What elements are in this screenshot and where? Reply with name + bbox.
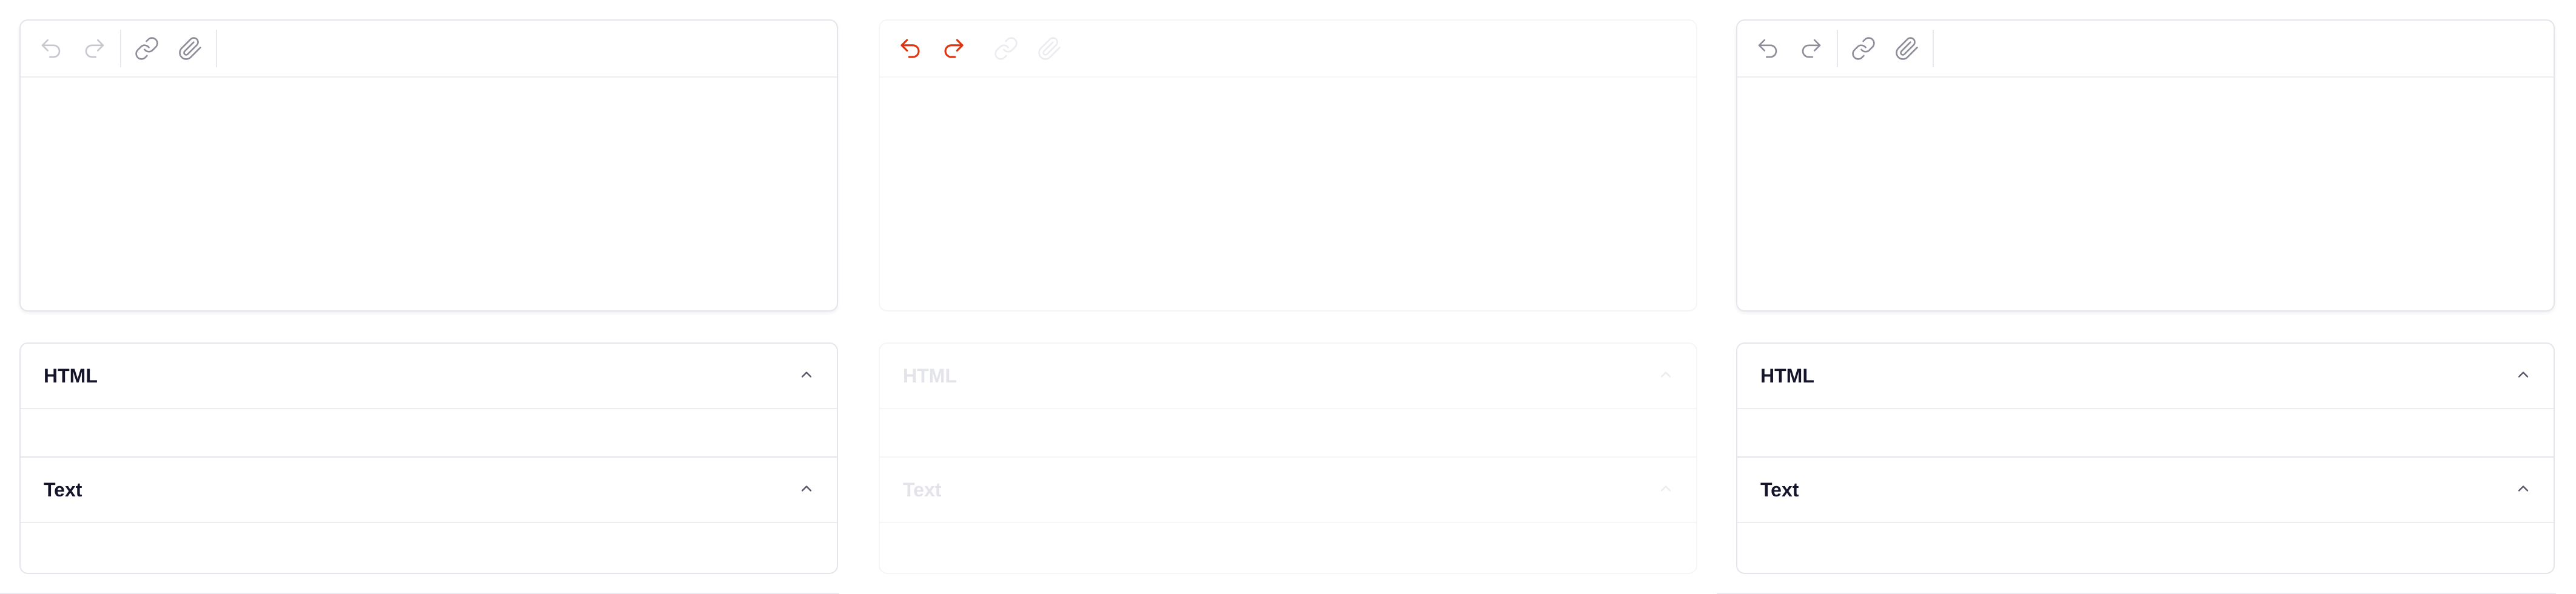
text-section-header[interactable]: Text [1737,458,2554,523]
link-button[interactable] [1846,32,1880,65]
editor-content-area[interactable] [1737,78,2554,310]
link-icon [1852,37,1875,60]
redo-icon [85,39,104,58]
link-icon [995,37,1018,60]
text-section: Text [879,458,1697,574]
paperclip-icon [1896,37,1918,60]
html-section-body [21,409,837,456]
text-section-body [21,523,837,570]
editor-content-area[interactable] [21,78,837,310]
redo-button[interactable] [1794,32,1828,65]
link-button[interactable] [989,32,1023,65]
editor-panel-1: HTML Text [0,0,839,594]
history-group [34,30,121,67]
editor-panel-3: HTML Text [1717,0,2556,594]
undo-button[interactable] [34,32,68,65]
paperclip-icon [1038,37,1061,60]
html-section-body [1737,409,2554,456]
editor-toolbar [1737,21,2554,78]
editor-content-area[interactable] [880,78,1696,310]
text-section-body [880,523,1696,570]
chevron-up-icon [1657,366,1674,386]
text-section-header[interactable]: Text [21,458,837,523]
chevron-up-icon [798,366,815,386]
text-section-body [1737,523,2554,570]
redo-button[interactable] [937,32,971,65]
editor-toolbar [21,21,837,78]
chevron-up-icon [2515,366,2532,386]
history-group [1751,30,1838,67]
attach-button[interactable] [1890,32,1924,65]
undo-button[interactable] [893,32,927,65]
html-section: HTML [1736,342,2555,458]
chevron-up-icon [2515,480,2532,500]
html-section-header[interactable]: HTML [21,344,837,409]
link-icon [135,37,158,60]
html-section-title: HTML [1760,364,1814,387]
html-section-header[interactable]: HTML [1737,344,2554,409]
html-section: HTML [19,342,838,458]
undo-icon [41,39,61,58]
html-section: HTML [879,342,1697,458]
insert-group [989,30,1076,67]
insert-group [1846,30,1934,67]
editor-panel-2: HTML Text [879,0,1697,594]
insert-group [130,30,217,67]
paperclip-icon [179,37,201,60]
redo-icon [1802,39,1821,58]
redo-button[interactable] [78,32,112,65]
text-section-title: Text [903,478,942,501]
text-section-header[interactable]: Text [880,458,1696,523]
text-section: Text [1736,458,2555,574]
html-section-title: HTML [903,364,957,387]
rich-text-editor [1736,19,2555,312]
link-button[interactable] [130,32,164,65]
undo-button[interactable] [1751,32,1785,65]
text-section-title: Text [44,478,82,501]
chevron-up-icon [1657,480,1674,500]
history-group [893,30,981,67]
html-section-header[interactable]: HTML [880,344,1696,409]
attach-button[interactable] [173,32,207,65]
text-section: Text [19,458,838,574]
chevron-up-icon [798,480,815,500]
html-section-body [880,409,1696,456]
attach-button[interactable] [1033,32,1067,65]
text-section-title: Text [1760,478,1799,501]
rich-text-editor [19,19,838,312]
html-section-title: HTML [44,364,98,387]
canvas: HTML Text HTML Text HTML Text [0,0,2576,594]
rich-text-editor [879,19,1697,312]
undo-icon [901,39,920,58]
undo-icon [1758,39,1777,58]
editor-toolbar [880,21,1696,78]
redo-icon [944,39,964,58]
